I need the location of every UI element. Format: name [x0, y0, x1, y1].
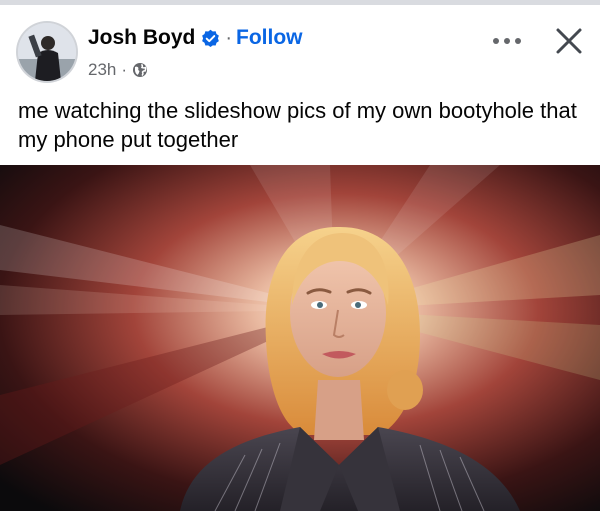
avatar-photo — [18, 23, 76, 81]
globe-icon[interactable] — [132, 62, 148, 78]
follow-button[interactable]: Follow — [236, 26, 303, 50]
post-timestamp[interactable]: 23h — [88, 60, 116, 80]
post-meta: 23h · — [88, 58, 148, 82]
post-caption: me watching the slideshow pics of my own… — [18, 98, 577, 152]
separator-dot: · — [225, 26, 233, 49]
meta-separator: · — [121, 60, 128, 79]
author-name[interactable]: Josh Boyd — [88, 26, 195, 50]
verified-badge-icon — [202, 29, 220, 47]
close-icon[interactable] — [553, 25, 585, 57]
post-header: Josh Boyd · Follow 23h · — [0, 5, 600, 87]
more-options-icon[interactable] — [490, 33, 524, 49]
author-line: Josh Boyd · Follow — [88, 23, 303, 53]
post-image[interactable] — [0, 165, 600, 511]
post-photo-illustration — [0, 165, 600, 511]
author-avatar[interactable] — [18, 23, 76, 81]
